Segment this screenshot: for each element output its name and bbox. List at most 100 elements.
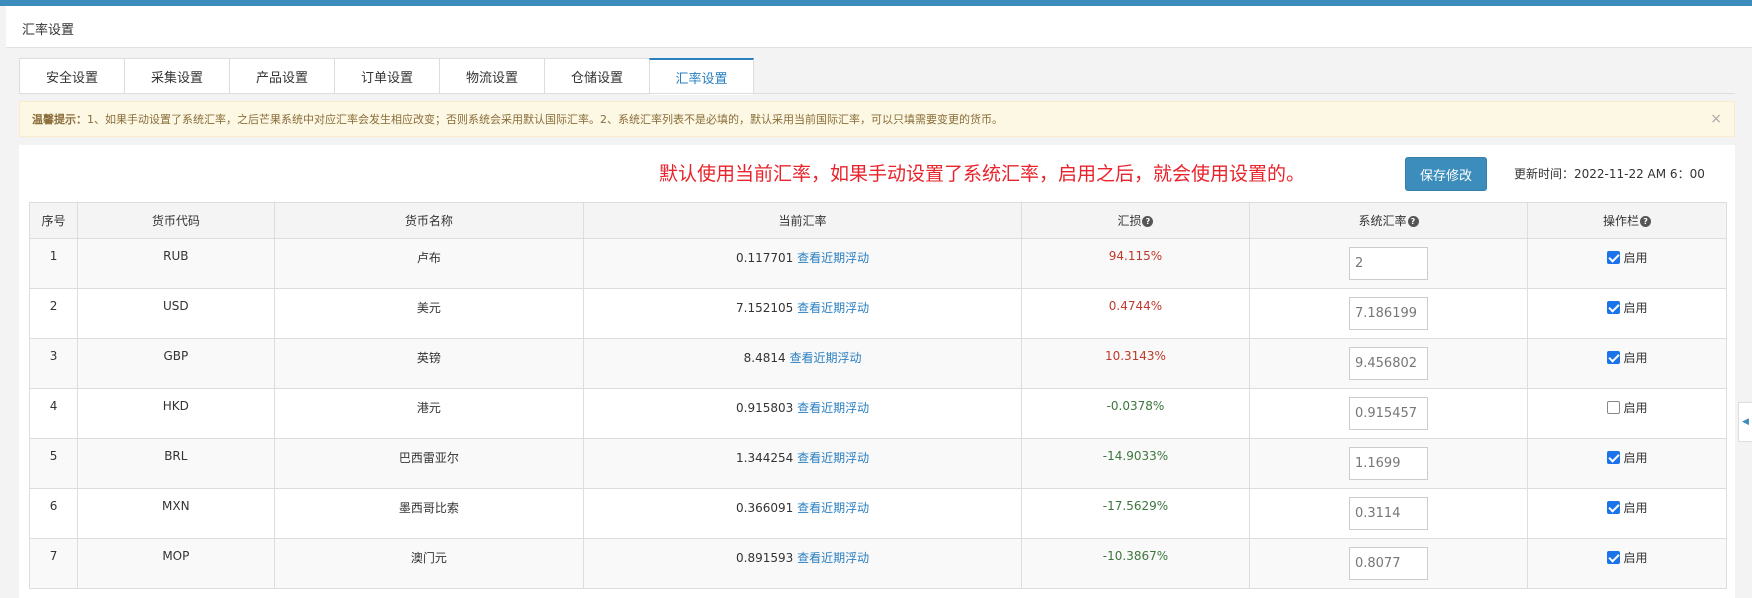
system-rate-input[interactable] [1348,497,1428,530]
cell-index: 5 [28,438,79,489]
table-row: 4HKD港元 0.915803 查看近期浮动 -0.0378% 启用 [28,388,1727,439]
enable-label: 启用 [1623,251,1648,265]
enable-label: 启用 [1623,451,1648,465]
current-rate: 0.915803 [736,401,794,415]
cell-action: 启用 [1527,438,1727,489]
col-loss-label: 汇损 [1117,214,1142,228]
table-header: 序号 货币代码 货币名称 当前汇率 汇损? 系统汇率? 操作栏? [28,202,1727,239]
col-index: 序号 [28,202,79,239]
view-fluctuation-link[interactable]: 查看近期浮动 [797,451,869,465]
tab-5[interactable]: 仓储设置 [544,58,649,94]
cell-index: 3 [28,338,79,389]
cell-system [1248,288,1529,339]
cell-system [1248,438,1529,489]
page-title: 汇率设置 [22,23,75,38]
cell-code: HKD [77,388,275,439]
loss-value: -0.0378% [1106,399,1165,413]
cell-current: 0.891593 查看近期浮动 [583,538,1023,589]
cell-code: USD [77,288,275,339]
cell-code: RUB [77,238,275,289]
loss-value: -17.5629% [1102,499,1169,513]
cell-action: 启用 [1527,388,1727,439]
cell-loss: -10.3867% [1021,538,1250,589]
current-rate: 0.117701 [736,251,794,265]
enable-label: 启用 [1623,501,1648,515]
enable-checkbox[interactable] [1606,501,1620,514]
cell-name: 美元 [273,288,585,339]
cell-system [1248,488,1529,539]
question-circle-icon[interactable]: ? [1640,216,1652,227]
view-fluctuation-link[interactable]: 查看近期浮动 [797,401,869,415]
enable-checkbox[interactable] [1606,251,1620,264]
cell-name: 港元 [273,388,585,439]
enable-checkbox[interactable] [1606,301,1620,314]
system-rate-input[interactable] [1348,397,1428,430]
view-fluctuation-link[interactable]: 查看近期浮动 [797,251,869,265]
enable-label: 启用 [1623,351,1648,365]
enable-label: 启用 [1623,551,1648,565]
system-rate-input[interactable] [1348,447,1428,480]
enable-checkbox[interactable] [1606,351,1620,364]
rate-table: 序号 货币代码 货币名称 当前汇率 汇损? 系统汇率? 操作栏? 1 RUB 卢布 0… [28,202,1727,589]
current-rate: 0.891593 [736,551,794,565]
table-row: 5BRL巴西雷亚尔1.344254 查看近期浮动-14.9033%启用 [28,438,1727,489]
tab-2[interactable]: 产品设置 [229,58,334,94]
update-time: 更新时间：2022-11-22 AM 6：00 [1514,167,1705,181]
cell-code: MOP [77,538,275,589]
cell-current: 0.366091 查看近期浮动 [583,488,1023,539]
close-icon[interactable]: × [1710,111,1722,127]
cell-loss: 94.115% [1021,238,1250,289]
cell-loss: -14.9033% [1021,438,1250,489]
system-rate-input[interactable] [1348,547,1428,580]
loss-value: 10.3143% [1104,349,1166,363]
current-rate: 0.366091 [736,501,794,515]
cell-index: 7 [28,538,79,589]
cell-action: 启用 [1527,238,1727,289]
system-rate-input[interactable] [1348,347,1428,380]
collapse-arrow-icon[interactable]: ◀ [1738,402,1752,442]
tab-6[interactable]: 汇率设置 [649,58,754,95]
enable-checkbox[interactable] [1606,451,1620,464]
col-action: 操作栏? [1527,202,1727,239]
tab-3[interactable]: 订单设置 [334,58,439,94]
table-row: 3GBP英镑8.4814 查看近期浮动10.3143%启用 [28,338,1727,389]
tab-4[interactable]: 物流设置 [439,58,544,94]
loss-value: -10.3867% [1102,549,1169,563]
view-fluctuation-link[interactable]: 查看近期浮动 [797,301,869,315]
enable-label: 启用 [1623,401,1648,415]
col-code: 货币代码 [77,202,275,239]
system-rate-input[interactable] [1348,297,1428,330]
save-button[interactable]: 保存修改 [1405,157,1487,191]
cell-index: 6 [28,488,79,539]
enable-label: 启用 [1623,301,1648,315]
cell-loss: -0.0378% [1021,388,1250,439]
cell-index: 4 [28,388,79,439]
enable-checkbox[interactable] [1606,551,1620,564]
view-fluctuation-link[interactable]: 查看近期浮动 [797,551,869,565]
notice-text: 默认使用当前汇率，如果手动设置了系统汇率，启用之后，就会使用设置的。 [659,163,1306,185]
tab-1[interactable]: 采集设置 [124,58,229,94]
system-rate-input[interactable] [1348,247,1428,280]
view-fluctuation-link[interactable]: 查看近期浮动 [797,501,869,515]
tab-0[interactable]: 安全设置 [19,58,124,94]
question-circle-icon[interactable]: ? [1407,216,1419,227]
cell-index: 2 [28,288,79,339]
question-circle-icon[interactable]: ? [1142,216,1154,227]
cell-name: 英镑 [273,338,585,389]
cell-action: 启用 [1527,538,1727,589]
col-current: 当前汇率 [583,202,1023,239]
enable-checkbox[interactable] [1606,401,1620,414]
view-fluctuation-link[interactable]: 查看近期浮动 [789,351,861,365]
table-row: 1RUB卢布0.117701 查看近期浮动94.115%启用 [28,238,1727,289]
rate-panel: 默认使用当前汇率，如果手动设置了系统汇率，启用之后，就会使用设置的。 保存修改 … [19,145,1735,598]
cell-name: 澳门元 [273,538,585,589]
loss-value: -14.9033% [1102,449,1169,463]
cell-current: 8.4814 查看近期浮动 [583,338,1023,389]
alert-text: 1、如果手动设置了系统汇率，之后芒果系统中对应汇率会发生相应改变；否则系统会采用… [87,113,1003,126]
loss-value: 94.115% [1108,249,1163,263]
cell-system [1248,238,1529,289]
cell-system [1248,388,1529,439]
warning-alert: 温馨提示： 1、如果手动设置了系统汇率，之后芒果系统中对应汇率会发生相应改变；否… [19,101,1735,137]
tab-divider [19,93,1735,94]
cell-action: 启用 [1527,488,1727,539]
